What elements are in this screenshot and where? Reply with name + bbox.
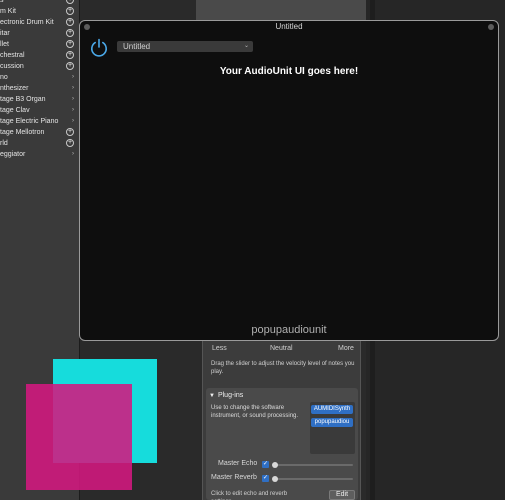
chevron-right-icon: › xyxy=(72,85,74,91)
power-icon[interactable] xyxy=(89,38,109,58)
plugin-slot-aumidisynth[interactable]: AUMIDISynth xyxy=(311,405,353,414)
library-item[interactable]: llet + xyxy=(0,39,79,50)
master-echo-knob[interactable] xyxy=(272,462,278,468)
master-echo-checkbox[interactable]: ✓ xyxy=(262,461,269,468)
library-item[interactable]: tage Mellotron + xyxy=(0,127,79,138)
master-echo-label: Master Echo xyxy=(218,460,258,467)
window-zoom-button[interactable] xyxy=(488,24,494,30)
add-icon[interactable]: + xyxy=(66,7,74,15)
add-icon[interactable]: + xyxy=(66,51,74,59)
library-item[interactable]: m Kit + xyxy=(0,6,79,17)
library-item-label: nthesizer xyxy=(0,85,29,92)
add-icon[interactable]: + xyxy=(66,62,74,70)
library-item-label: eggiator xyxy=(0,151,26,158)
add-icon[interactable]: + xyxy=(66,18,74,26)
plugins-description: Use to change the software instrument, o… xyxy=(211,405,299,419)
library-item[interactable]: tage Clav › xyxy=(0,105,79,116)
chevron-right-icon: › xyxy=(72,151,74,157)
library-item-label: itar xyxy=(0,30,10,37)
library-item-label: tage Clav xyxy=(0,107,30,114)
library-item-label: no xyxy=(0,74,8,81)
audiounit-window: Untitled Untitled ⌄ Your AudioUnit UI go… xyxy=(79,20,499,341)
preset-value: Untitled xyxy=(123,42,151,51)
library-item[interactable]: ectronic Drum Kit + xyxy=(0,17,79,28)
master-reverb-label: Master Reverb xyxy=(211,474,257,481)
library-item-label: ectronic Drum Kit xyxy=(0,19,54,26)
master-echo-slider[interactable] xyxy=(273,464,353,466)
tracks-header xyxy=(196,0,366,20)
chevron-down-icon: ⌄ xyxy=(243,43,249,49)
magenta-square xyxy=(26,384,132,490)
library-item[interactable]: rld + xyxy=(0,138,79,149)
chevron-right-icon: › xyxy=(72,74,74,80)
library-item-label: m Kit xyxy=(0,8,16,15)
library-item[interactable]: cussion + xyxy=(0,61,79,72)
velocity-less-label: Less xyxy=(212,345,227,352)
velocity-more-label: More xyxy=(338,345,354,352)
library-item[interactable]: tage B3 Organ › xyxy=(0,94,79,105)
chevron-right-icon: › xyxy=(72,107,74,113)
add-icon[interactable]: + xyxy=(66,0,74,4)
library-item-label: tage Electric Piano xyxy=(0,118,59,125)
library-item[interactable]: tage Electric Piano › xyxy=(0,116,79,127)
library-item[interactable]: itar + xyxy=(0,28,79,39)
master-reverb-slider[interactable] xyxy=(273,478,353,480)
library-item[interactable]: no › xyxy=(0,72,79,83)
chevron-right-icon: › xyxy=(72,118,74,124)
add-icon[interactable]: + xyxy=(66,29,74,37)
library-item-label: chestral xyxy=(0,52,25,59)
plugins-title: Plug-ins xyxy=(217,392,244,399)
library-item-label: tage Mellotron xyxy=(0,129,45,136)
library-item-label: llet xyxy=(0,41,9,48)
add-icon[interactable]: + xyxy=(66,139,74,147)
library-item-label: cussion xyxy=(0,63,24,70)
plugins-disclosure[interactable]: ▼ Plug-ins xyxy=(209,392,243,399)
au-placeholder-heading: Your AudioUnit UI goes here! xyxy=(219,66,359,77)
library-item-label: tage B3 Organ xyxy=(0,96,46,103)
window-titlebar[interactable]: Untitled xyxy=(80,21,498,33)
master-reverb-knob[interactable] xyxy=(272,476,278,482)
library-item[interactable]: nthesizer › xyxy=(0,83,79,94)
velocity-neutral-label: Neutral xyxy=(270,345,293,352)
library-item[interactable]: chestral + xyxy=(0,50,79,61)
disclosure-triangle-icon: ▼ xyxy=(209,393,215,399)
preset-dropdown[interactable]: Untitled ⌄ xyxy=(117,41,253,52)
edit-description: Click to edit echo and reverb settings. xyxy=(211,491,288,500)
library-item-label: rld xyxy=(0,140,8,147)
add-icon[interactable]: + xyxy=(66,40,74,48)
window-title: Untitled xyxy=(275,22,303,31)
chevron-right-icon: › xyxy=(72,96,74,102)
au-name-footer: popupaudiounit xyxy=(251,324,327,336)
plugin-slot-popupaudiounit[interactable]: popupaudiou xyxy=(311,418,353,427)
master-reverb-checkbox[interactable]: ✓ xyxy=(262,475,269,482)
edit-button[interactable]: Edit xyxy=(329,490,355,500)
velocity-description: Drag the slider to adjust the velocity l… xyxy=(211,361,355,375)
library-item[interactable]: eggiator › xyxy=(0,149,79,160)
add-icon[interactable]: + xyxy=(66,128,74,136)
